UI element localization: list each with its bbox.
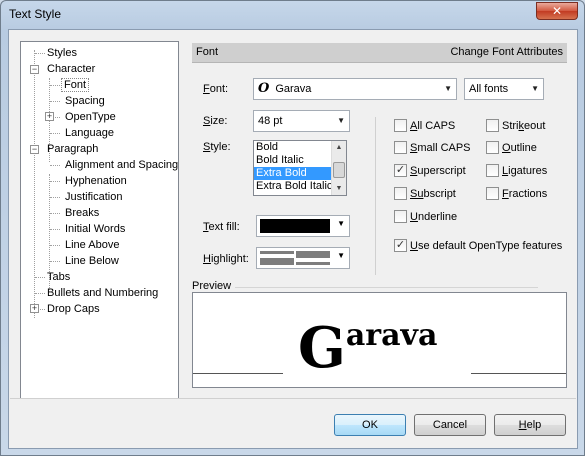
baseline-left — [193, 373, 283, 374]
style-listbox[interactable]: Bold Bold Italic Extra Bold Extra Bold I… — [253, 140, 347, 196]
preview-label: Preview — [192, 280, 232, 292]
tree-item-initial-words[interactable]: Initial Words — [63, 221, 127, 237]
all-caps-checkbox[interactable]: All CAPS — [394, 118, 455, 135]
help-button[interactable]: Help — [494, 414, 566, 436]
text-fill-picker[interactable]: ▼ — [256, 215, 350, 237]
tree-item-line-below[interactable]: Line Below — [63, 253, 121, 269]
chevron-down-icon: ▼ — [337, 116, 345, 125]
tree-item-spacing[interactable]: Spacing — [63, 93, 107, 109]
chevron-down-icon: ▼ — [337, 219, 345, 228]
collapse-character-icon[interactable]: − — [30, 65, 39, 74]
opentype-font-icon: O — [258, 81, 270, 96]
checkbox-box[interactable] — [486, 140, 499, 154]
chevron-down-icon: ▼ — [531, 84, 539, 93]
tree-item-language[interactable]: Language — [63, 125, 116, 141]
size-combobox[interactable]: 48 pt ▼ — [253, 110, 350, 132]
dialog-body: − + − + Styles Character Font Spacing Op… — [8, 29, 578, 449]
checkbox-box[interactable] — [486, 118, 499, 132]
window-title: Text Style — [9, 7, 62, 21]
baseline-right — [471, 373, 566, 374]
subscript-checkbox[interactable]: Subscript — [394, 186, 456, 203]
title-bar[interactable]: Text Style ✕ — [1, 1, 584, 27]
fill-color-swatch — [260, 219, 330, 233]
style-label: Style: — [203, 141, 231, 153]
checkbox-box[interactable] — [394, 118, 407, 132]
font-filter-combobox[interactable]: All fonts ▼ — [464, 78, 544, 100]
dialog-window: Text Style ✕ − + − + Styles Character Fo… — [0, 0, 585, 456]
style-scrollbar[interactable]: ▲ ▼ — [331, 141, 346, 195]
checkbox-box[interactable] — [394, 140, 407, 154]
tree-item-alignment-spacing[interactable]: Alignment and Spacing — [63, 157, 180, 173]
check-mark-icon[interactable]: ✓ — [394, 163, 407, 177]
scroll-down-icon[interactable]: ▼ — [332, 182, 346, 195]
preview-divider — [235, 287, 538, 288]
expand-opentype-icon[interactable]: + — [45, 112, 54, 121]
checkbox-box[interactable] — [486, 163, 499, 177]
strikeout-checkbox[interactable]: Strikeout — [486, 118, 545, 135]
ligatures-checkbox[interactable]: Ligatures — [486, 163, 547, 180]
ok-button[interactable]: OK — [334, 414, 406, 436]
category-tree[interactable]: − + − + Styles Character Font Spacing Op… — [20, 41, 179, 399]
opentype-features-checkbox[interactable]: ✓ Use default OpenType features — [394, 238, 562, 255]
collapse-paragraph-icon[interactable]: − — [30, 145, 39, 154]
scroll-up-icon[interactable]: ▲ — [332, 141, 346, 154]
checkbox-box[interactable] — [394, 209, 407, 223]
options-divider — [375, 117, 376, 275]
highlight-picker[interactable]: ▼ — [256, 247, 350, 269]
tree-item-hyphenation[interactable]: Hyphenation — [63, 173, 129, 189]
outline-checkbox[interactable]: Outline — [486, 140, 537, 157]
tree-item-opentype[interactable]: OpenType — [63, 109, 118, 125]
superscript-checkbox[interactable]: ✓ Superscript — [394, 163, 466, 180]
tree-item-line-above[interactable]: Line Above — [63, 237, 121, 253]
section-header: Font Change Font Attributes — [192, 43, 567, 63]
tree-item-bullets-numbering[interactable]: Bullets and Numbering — [45, 285, 160, 301]
expand-dropcaps-icon[interactable]: + — [30, 304, 39, 313]
tree-item-tabs[interactable]: Tabs — [45, 269, 72, 285]
tree-item-font[interactable]: Font — [61, 77, 90, 93]
tree-item-drop-caps[interactable]: Drop Caps — [45, 301, 102, 317]
size-label: Size: — [203, 115, 228, 127]
check-mark-icon[interactable]: ✓ — [394, 238, 407, 252]
chevron-down-icon: ▼ — [444, 84, 452, 93]
tree-item-paragraph[interactable]: Paragraph — [45, 141, 100, 157]
cancel-button[interactable]: Cancel — [414, 414, 486, 436]
footer-divider — [10, 398, 576, 399]
tree-item-styles[interactable]: Styles — [45, 45, 79, 61]
tree-item-justification[interactable]: Justification — [63, 189, 124, 205]
font-value: Garava — [275, 83, 312, 95]
size-value: 48 pt — [258, 115, 283, 127]
text-fill-label: Text fill: — [203, 221, 240, 233]
highlight-swatch-icon — [260, 251, 330, 265]
close-button[interactable]: ✕ — [536, 2, 578, 20]
font-label: Font: — [203, 83, 229, 95]
tree-item-character[interactable]: Character — [45, 61, 97, 77]
scroll-thumb[interactable] — [333, 162, 345, 178]
chevron-down-icon: ▼ — [337, 251, 345, 260]
checkbox-box[interactable] — [394, 186, 407, 200]
small-caps-checkbox[interactable]: Small CAPS — [394, 140, 471, 157]
tree-item-breaks[interactable]: Breaks — [63, 205, 101, 221]
checkbox-box[interactable] — [486, 186, 499, 200]
preview-pane: Garava — [192, 292, 567, 388]
font-filter-value: All fonts — [469, 83, 509, 95]
preview-text: Garava — [298, 315, 438, 381]
font-combobox[interactable]: O Garava ▼ — [253, 78, 457, 100]
section-description: Change Font Attributes — [450, 46, 563, 58]
highlight-label: Highlight: — [203, 253, 249, 265]
underline-checkbox[interactable]: Underline — [394, 209, 457, 226]
section-title: Font — [196, 46, 219, 58]
fractions-checkbox[interactable]: Fractions — [486, 186, 547, 203]
